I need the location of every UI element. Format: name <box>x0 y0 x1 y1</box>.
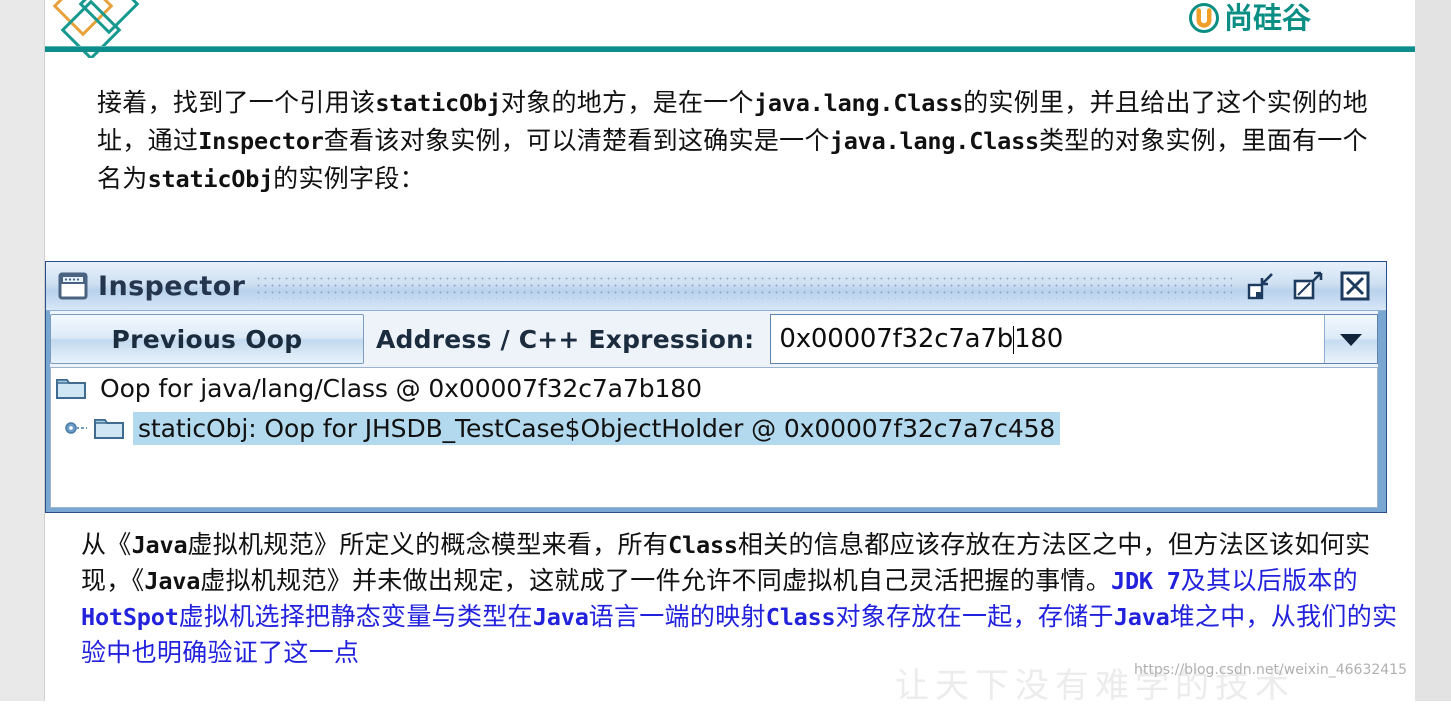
right-gutter <box>1414 0 1451 701</box>
left-gutter <box>0 0 45 701</box>
bottom-line1-mono2: Class <box>668 531 738 559</box>
slide-header: 尚硅谷 <box>45 0 1415 58</box>
brand-logo: 尚硅谷 <box>1188 1 1311 35</box>
folder-icon <box>94 419 124 439</box>
minimize-icon[interactable] <box>1242 270 1276 302</box>
window-controls <box>1242 270 1386 302</box>
text-caret <box>1013 326 1015 354</box>
window-title: Inspector <box>98 270 246 302</box>
oop-tree-panel[interactable]: Oop for java/lang/Class @ 0x00007f32c7a7… <box>50 367 1378 508</box>
previous-oop-button[interactable]: Previous Oop <box>50 314 364 364</box>
address-value-tail: 180 <box>1014 324 1064 354</box>
tree-row-label: staticObj: Oop for JHSDB_TestCase$Object… <box>133 411 1061 445</box>
address-expression-label: Address / C++ Expression: <box>376 324 755 354</box>
bottom-line4-mono2: Java <box>1113 603 1170 631</box>
top-line2-b: 查看该对象实例，可以清楚看到这确实是一个 <box>323 126 830 155</box>
bottom-line3-mono2: HotSpot <box>81 603 179 631</box>
inspector-toolbar: Previous Oop Address / C++ Expression: 0… <box>46 311 1386 367</box>
bottom-line4-blue-b: 对象存放在一起，存储于 <box>835 602 1114 631</box>
top-line3-b: 的实例字段： <box>273 164 425 193</box>
window-frame-icon <box>58 272 88 300</box>
brand-name: 尚硅谷 <box>1223 1 1311 35</box>
window-right-edge <box>1378 311 1386 512</box>
table-row[interactable]: staticObj: Oop for JHSDB_TestCase$Object… <box>51 408 1377 448</box>
bottom-paragraph: 从《Java虚拟机规范》所定义的概念模型来看，所有Class相关的信息都应该存放… <box>81 527 1401 670</box>
bottom-line3-mono1: JDK 7 <box>1111 567 1181 595</box>
top-line1-a: 接着，找到了一个引用该 <box>97 88 376 117</box>
top-line1-mono1: staticObj <box>375 89 501 117</box>
bottom-line1-mono1: Java <box>131 531 188 559</box>
bottom-line4-blue-a: 的映射 <box>689 602 766 631</box>
bottom-line1-b: 虚拟机规范》所定义的概念模型来看，所有 <box>187 530 669 559</box>
slide-page: 尚硅谷 接着，找到了一个引用该staticObj对象的地方，是在一个java.l… <box>0 0 1451 706</box>
bottom-line1-a: 从《 <box>81 530 132 559</box>
close-icon[interactable] <box>1338 270 1372 302</box>
address-value-head: 0x00007f32c7a7b <box>779 324 1014 354</box>
header-rule <box>45 46 1415 52</box>
top-line2-mono1: Inspector <box>198 127 324 155</box>
bottom-line3-blue-c: 语言一端 <box>588 602 690 631</box>
inspector-titlebar[interactable]: Inspector <box>46 262 1386 311</box>
bottom-line2-b: 虚拟机规范》并未做出规定，这就成了一件允许不同虚拟机自己 <box>200 566 909 595</box>
slide-canvas: 尚硅谷 接着，找到了一个引用该staticObj对象的地方，是在一个java.l… <box>45 0 1415 706</box>
table-row[interactable]: Oop for java/lang/Class @ 0x00007f32c7a7… <box>51 368 1377 408</box>
atguigu-u-icon <box>1188 3 1219 33</box>
titlebar-texture <box>255 273 1232 299</box>
bottom-line3-blue-b: 虚拟机选择把静态变量与类型在 <box>178 602 533 631</box>
tree-row-label: Oop for java/lang/Class @ 0x00007f32c7a7… <box>100 373 702 403</box>
top-line1-c: 的实例里，并且 <box>963 88 1141 117</box>
address-dropdown-button[interactable] <box>1324 315 1377 363</box>
bottom-line3-a: 灵活把握的事情。 <box>908 566 1112 595</box>
address-input[interactable]: 0x00007f32c7a7b 180 <box>771 315 1324 363</box>
maximize-icon[interactable] <box>1290 270 1324 302</box>
top-line3-mono2: staticObj <box>147 165 274 193</box>
top-line1-mono2: java.lang.Class <box>753 89 964 117</box>
bottom-line3-blue-a: 及其以后版本的 <box>1180 566 1358 595</box>
top-line1-b: 对象的地方，是在一个 <box>500 88 754 117</box>
bottom-line2-mono1: Java <box>144 567 201 595</box>
inspector-window: Inspector Previous Oop Address / C++ Exp… <box>45 261 1387 513</box>
expand-handle-icon[interactable] <box>65 419 91 437</box>
top-paragraph: 接着，找到了一个引用该staticObj对象的地方，是在一个java.lang.… <box>97 84 1375 198</box>
folder-icon <box>56 379 86 399</box>
top-line3-mono1: java.lang.Class <box>829 127 1039 155</box>
bottom-line4-mono1: Class <box>765 603 836 631</box>
address-combobox[interactable]: 0x00007f32c7a7b 180 <box>770 314 1378 364</box>
bottom-line1-c: 相关的信息都应该存放在方法区之中， <box>737 530 1168 559</box>
chevron-down-icon <box>1340 334 1362 346</box>
bottom-line3-mono3: Java <box>532 603 589 631</box>
